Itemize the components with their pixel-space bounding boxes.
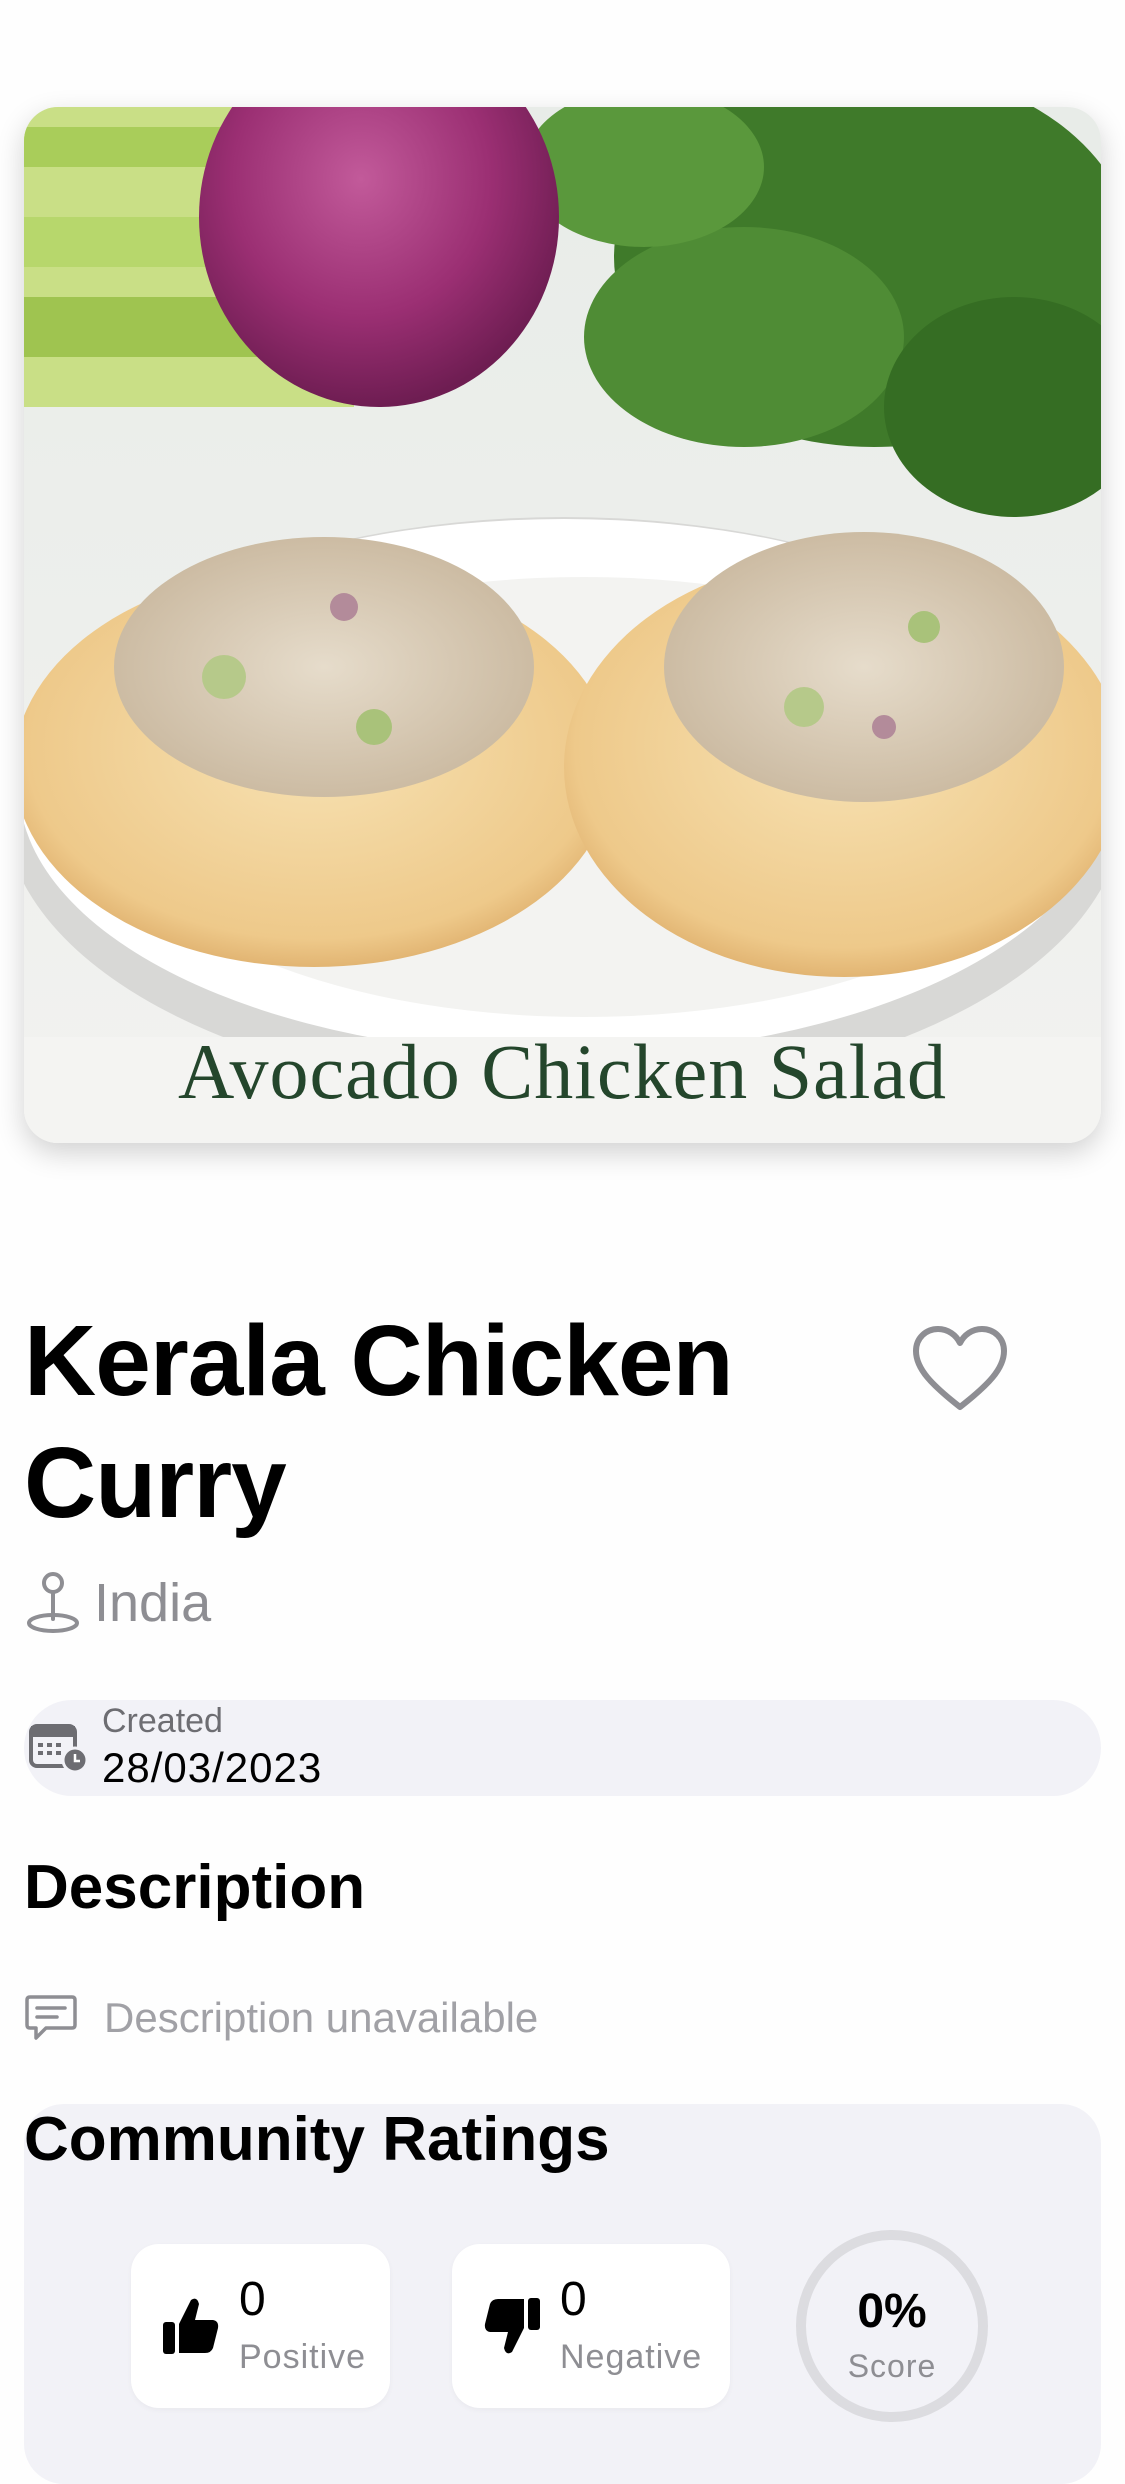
food-photo [24, 107, 1101, 1143]
recipe-title: Kerala Chicken Curry [24, 1305, 734, 1539]
map-pin-icon [27, 1572, 79, 1633]
created-date-pill: Created 28/03/2023 [24, 1700, 1101, 1796]
thumbs-down-icon [484, 2298, 540, 2354]
description-text: Description unavailable [104, 1994, 539, 2041]
score-value: 0% [857, 2285, 927, 2338]
positive-rating-button[interactable]: 0 Positive [131, 2244, 390, 2408]
score-ring: 0% Score [796, 2230, 988, 2422]
recipe-hero-image: Avocado Chicken Salad [24, 107, 1101, 1143]
negative-rating-button[interactable]: 0 Negative [452, 2244, 730, 2408]
score-label: Score [847, 2348, 937, 2384]
created-label: Created [102, 1702, 223, 1740]
positive-label: Positive [239, 2338, 367, 2376]
recipe-location: India [24, 1568, 211, 1638]
hero-caption: Avocado Chicken Salad [177, 1028, 947, 1115]
ratings-heading: Community Ratings [24, 2105, 610, 2174]
description-row: Description unavailable [24, 1990, 538, 2046]
thumbs-up-icon [163, 2298, 219, 2354]
heart-outline-icon[interactable] [912, 1325, 1008, 1413]
positive-count: 0 [239, 2273, 266, 2326]
speech-bubble-icon [25, 1995, 77, 2040]
negative-count: 0 [560, 2273, 587, 2326]
created-date: 28/03/2023 [102, 1744, 323, 1791]
description-heading: Description [24, 1853, 366, 1922]
negative-label: Negative [560, 2338, 703, 2376]
calendar-clock-icon [29, 1724, 89, 1774]
location-text: India [94, 1573, 212, 1633]
